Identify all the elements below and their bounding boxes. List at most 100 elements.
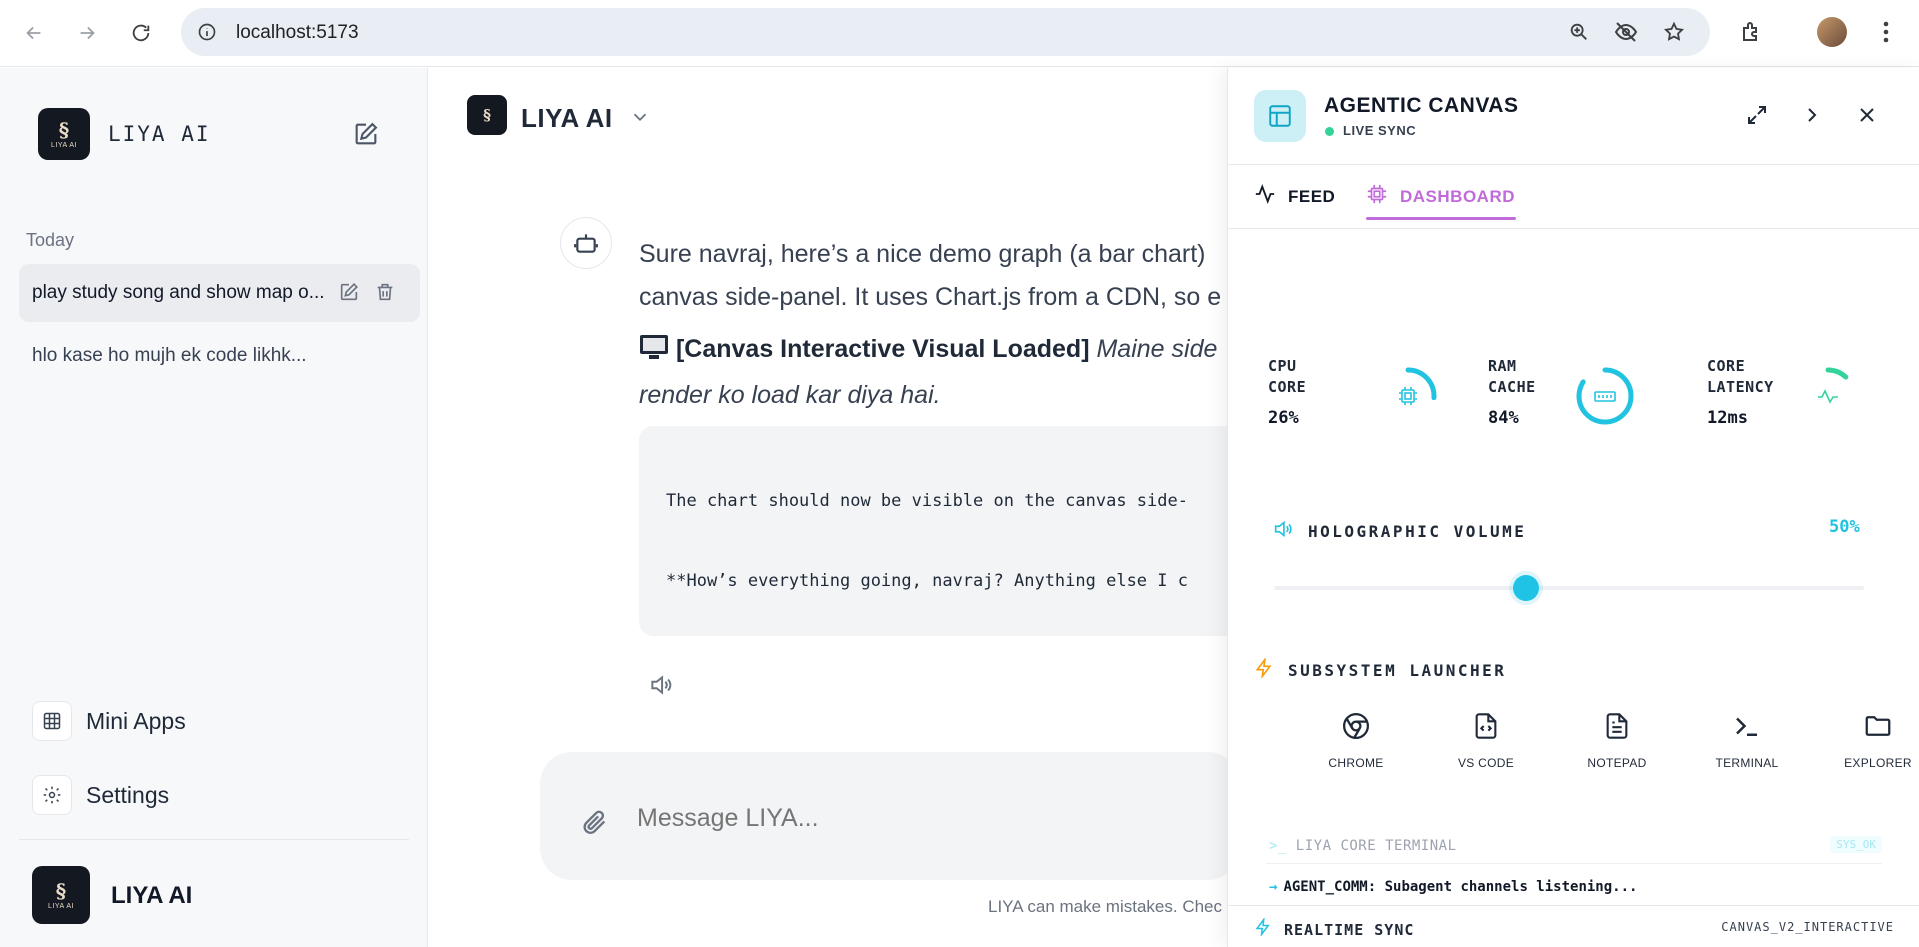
- assistant-message: Sure navraj, here’s a nice demo graph (a…: [639, 233, 1229, 319]
- code-file-icon: [1436, 706, 1536, 746]
- zoom-icon[interactable]: [1567, 20, 1591, 44]
- canvas-footer: REALTIME SYNC CANVAS_V2_INTERACTIVE: [1228, 905, 1919, 947]
- visual-italic: render ko load kar diya hai.: [639, 381, 941, 409]
- stat-latency: CORE LATENCY 12ms: [1707, 356, 1774, 428]
- tab-label: FEED: [1288, 186, 1336, 206]
- grid-icon: [32, 701, 72, 741]
- edit-icon[interactable]: [338, 281, 360, 309]
- gauge-arc: [1576, 367, 1634, 425]
- volume-title: HOLOGRAPHIC VOLUME: [1308, 522, 1527, 541]
- user-name: LIYA AI: [111, 882, 193, 909]
- cpu-gauge: [1379, 367, 1437, 425]
- app-label: EXPLORER: [1844, 756, 1912, 770]
- footer-tag: CANVAS_V2_INTERACTIVE: [1721, 920, 1894, 934]
- site-info-icon[interactable]: [195, 20, 219, 44]
- ram-gauge: [1576, 367, 1634, 425]
- close-icon[interactable]: [1852, 100, 1882, 130]
- sidebar-item-mini-apps[interactable]: Mini Apps: [32, 699, 186, 743]
- app-label: TERMINAL: [1715, 756, 1779, 770]
- launch-explorer-button[interactable]: EXPLORER: [1828, 706, 1919, 770]
- activity-icon: [1254, 183, 1276, 210]
- forward-icon[interactable]: [70, 16, 104, 50]
- launch-chrome-button[interactable]: CHROME: [1306, 706, 1406, 770]
- gear-icon: [32, 775, 72, 815]
- browser-menu-icon[interactable]: [1866, 12, 1906, 52]
- terminal-header: >_ LIYA CORE TERMINAL SYS_OK: [1266, 828, 1882, 864]
- terminal-line: → AGENT_COMM: Subagent channels listening…: [1269, 879, 1638, 895]
- terminal-title: >_ LIYA CORE TERMINAL: [1269, 838, 1457, 854]
- url-text[interactable]: localhost:5173: [236, 22, 359, 44]
- history-item-label: hlo kase ho mujh ek code likhk...: [32, 345, 307, 366]
- brand-logo: § LIYA AI: [38, 108, 90, 160]
- stat-value: 12ms: [1707, 408, 1748, 428]
- section-today: Today: [26, 230, 75, 250]
- pulse-icon: [1818, 389, 1838, 404]
- ram-icon: [1594, 391, 1616, 402]
- volume-header: HOLOGRAPHIC VOLUME: [1272, 518, 1526, 545]
- expand-icon[interactable]: [1742, 100, 1772, 130]
- stat-label: RAM CACHE: [1488, 357, 1536, 396]
- stat-cpu: CPU CORE 26%: [1268, 356, 1306, 428]
- extensions-icon[interactable]: [1732, 12, 1772, 52]
- history-item[interactable]: play study song and show map o...: [19, 264, 420, 322]
- sidebar-item-label: Settings: [86, 781, 170, 808]
- chrome-icon: [1306, 706, 1406, 746]
- chevron-down-icon[interactable]: [629, 106, 651, 133]
- launch-terminal-button[interactable]: TERMINAL: [1697, 706, 1797, 770]
- message-composer: [540, 752, 1229, 880]
- model-logo: §: [467, 95, 507, 135]
- bookmark-star-icon[interactable]: [1662, 20, 1686, 44]
- footer-title: REALTIME SYNC: [1284, 920, 1415, 939]
- tab-label: DASHBOARD: [1400, 186, 1515, 206]
- tab-dashboard[interactable]: DASHBOARD: [1366, 183, 1515, 210]
- stat-value: 84%: [1488, 408, 1519, 428]
- speaker-icon[interactable]: [648, 672, 674, 703]
- reload-icon[interactable]: [124, 16, 158, 50]
- trash-icon[interactable]: [374, 281, 396, 309]
- message-line: canvas side-panel. It uses Chart.js from…: [639, 283, 1222, 311]
- launch-notepad-button[interactable]: NOTEPAD: [1567, 706, 1667, 770]
- disclaimer: LIYA can make mistakes. Chec: [988, 897, 1223, 916]
- sidebar-item-label: Mini Apps: [86, 707, 186, 734]
- volume-value: 50%: [1829, 517, 1860, 537]
- sidebar: § LIYA AI LIYA AI Today play study song …: [0, 68, 428, 947]
- bot-icon: [560, 217, 612, 269]
- launch-vscode-button[interactable]: VS CODE: [1436, 706, 1536, 770]
- visual-tag: [Canvas Interactive Visual Loaded]: [675, 335, 1090, 363]
- address-bar[interactable]: localhost:5173: [181, 8, 1710, 56]
- gauge-arc: [1379, 367, 1437, 425]
- cpu-icon: [1366, 183, 1388, 210]
- model-selector[interactable]: LIYA AI: [521, 103, 613, 134]
- eye-off-icon[interactable]: [1614, 20, 1638, 44]
- code-line: The chart should now be visible on the c…: [666, 491, 1188, 511]
- history-item-label: play study song and show map o...: [32, 282, 325, 303]
- monitor-icon: [639, 331, 669, 374]
- cpu-icon: [1399, 387, 1417, 405]
- chat-area: § LIYA AI Sure navraj, here’s a nice dem…: [429, 68, 1229, 947]
- stat-value: 26%: [1268, 408, 1299, 428]
- volume-slider-thumb[interactable]: [1513, 575, 1539, 601]
- divider: [19, 839, 409, 840]
- canvas-title: AGENTIC CANVAS: [1324, 94, 1519, 117]
- back-icon[interactable]: [17, 16, 51, 50]
- paperclip-icon[interactable]: [581, 808, 609, 841]
- code-block: The chart should now be visible on the c…: [639, 426, 1229, 636]
- volume-slider-track[interactable]: [1274, 586, 1864, 590]
- new-chat-button[interactable]: [350, 118, 382, 150]
- terminal-icon: [1697, 706, 1797, 746]
- app-label: CHROME: [1328, 756, 1384, 770]
- history-item[interactable]: hlo kase ho mujh ek code likhk...: [19, 327, 420, 385]
- volume-icon: [1272, 518, 1294, 545]
- profile-avatar[interactable]: [1812, 12, 1852, 52]
- notepad-icon: [1567, 706, 1667, 746]
- user-avatar[interactable]: § LIYA AI: [32, 866, 90, 924]
- latency-gauge: [1799, 367, 1857, 425]
- sidebar-item-settings[interactable]: Settings: [32, 773, 169, 817]
- layout-icon: [1254, 90, 1306, 142]
- launcher-title: SUBSYSTEM LAUNCHER: [1288, 661, 1507, 680]
- code-line: **How’s everything going, navraj? Anythi…: [666, 571, 1188, 591]
- message-input[interactable]: [637, 804, 1197, 833]
- chevron-right-icon[interactable]: [1797, 100, 1827, 130]
- tab-feed[interactable]: FEED: [1254, 183, 1335, 210]
- lightning-icon: [1254, 916, 1272, 941]
